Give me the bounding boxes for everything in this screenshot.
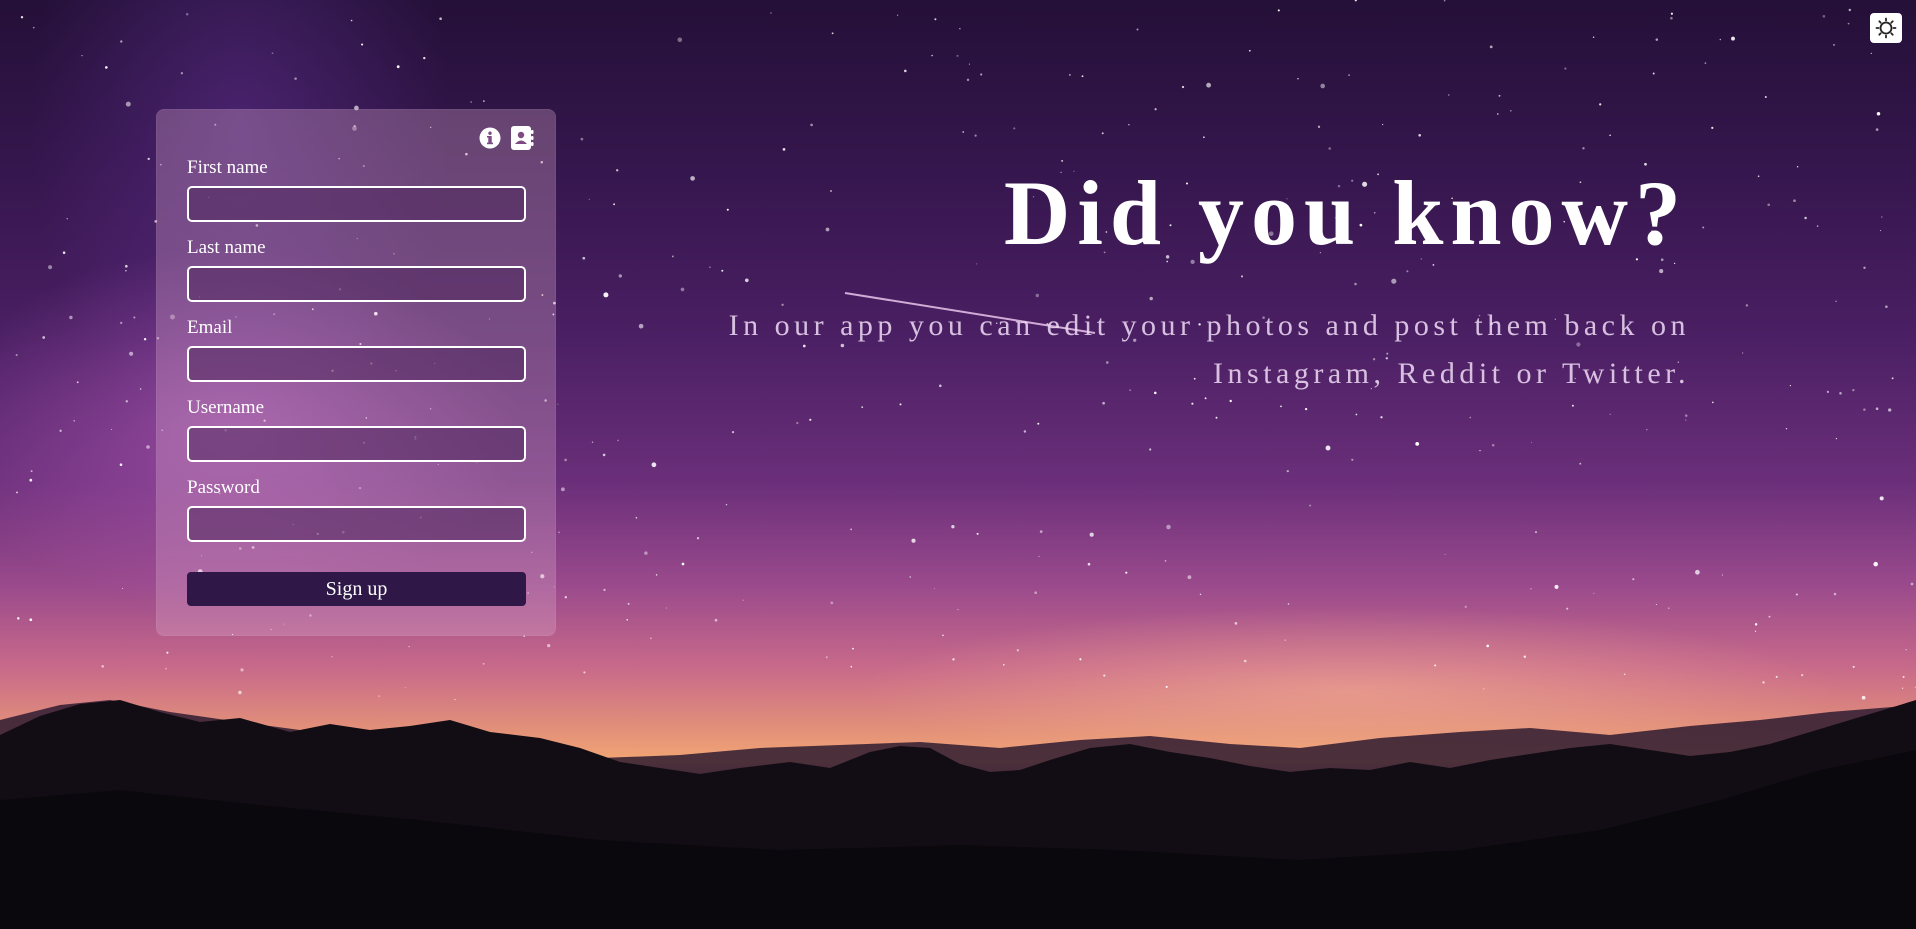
last-name-label: Last name	[187, 237, 266, 258]
info-icon[interactable]	[478, 125, 502, 151]
sun-icon	[1875, 17, 1897, 39]
contact-book-icon[interactable]	[510, 125, 534, 151]
hero-title: Did you know?	[1003, 162, 1688, 264]
username-label: Username	[187, 397, 265, 418]
email-input[interactable]	[187, 346, 526, 382]
first-name-label: First name	[187, 157, 268, 178]
password-input[interactable]	[187, 506, 526, 542]
hero-text: In our app you can edit your photos and …	[728, 309, 1690, 390]
first-name-input[interactable]	[187, 186, 526, 222]
last-name-input[interactable]	[187, 266, 526, 302]
username-input[interactable]	[187, 426, 526, 462]
password-label: Password	[187, 477, 260, 498]
signup-form: First name Last name Email Username Pass…	[156, 109, 556, 636]
email-label: Email	[187, 317, 233, 338]
sign-up-button[interactable]: Sign up	[187, 572, 526, 606]
card-icon-bar	[478, 125, 534, 151]
theme-toggle-button[interactable]	[1870, 13, 1902, 43]
